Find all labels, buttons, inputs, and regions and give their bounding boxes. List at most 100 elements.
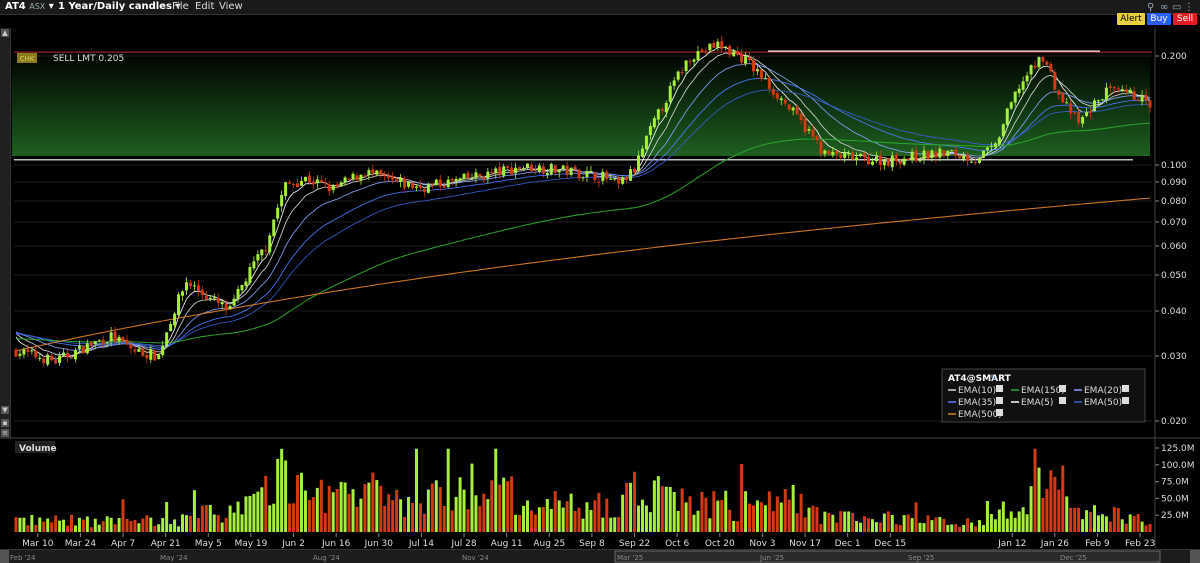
candle-body: [993, 143, 997, 147]
price-tick-label: 0.040: [1161, 307, 1187, 317]
candle-body: [327, 184, 331, 192]
candle-body: [399, 178, 403, 182]
time-tick-label: Jun 30: [364, 539, 394, 549]
indicator-legend[interactable]: AT4@SMART ✎ EMA(10) EMA(150) EMA(20) EMA(35…: [941, 368, 1146, 423]
volume-bar: [946, 524, 950, 532]
candle-body: [101, 339, 105, 345]
volume-bar: [478, 506, 482, 532]
candle-body: [1029, 65, 1033, 75]
scroll-date-label: Sep '25: [908, 554, 934, 562]
time-tick-label: Dec 15: [874, 539, 906, 549]
volume-bar: [89, 527, 93, 532]
time-tick-label: Sep 22: [619, 539, 650, 549]
volume-bar: [403, 516, 407, 532]
volume-bar: [161, 518, 165, 532]
volume-bar: [117, 517, 121, 532]
candle-body: [232, 298, 236, 306]
candle-body: [537, 165, 541, 172]
volume-bar: [605, 498, 609, 532]
candle-body: [851, 152, 855, 160]
volume-bar: [914, 502, 918, 532]
candle-body: [1128, 89, 1132, 93]
candle-body: [700, 49, 704, 53]
checkbox-icon[interactable]: [996, 397, 1003, 404]
volume-bar: [985, 500, 989, 532]
candle-body: [177, 294, 181, 315]
candle-body: [18, 353, 22, 356]
checkbox-icon[interactable]: [996, 409, 1003, 416]
candle-body: [1124, 89, 1128, 93]
candle-body: [173, 313, 177, 326]
volume-bar: [664, 486, 668, 532]
candle-body: [942, 150, 946, 157]
price-tick-label: 0.080: [1161, 197, 1187, 207]
volume-bar: [105, 516, 109, 532]
volume-bar: [680, 488, 684, 532]
volume-bar: [192, 490, 196, 532]
volume-axis[interactable]: 125.0M 100.0M 75.0M 50.0M 25.0M: [1155, 444, 1195, 521]
price-tick-label: 0.090: [1161, 178, 1187, 188]
volume-bar: [363, 484, 367, 532]
candle-body: [292, 184, 296, 186]
volume-bar: [1029, 486, 1033, 532]
volume-bar: [359, 498, 363, 532]
price-chart[interactable]: 0.200 0.100 0.090 0.080 0.070 0.060 0.050 0.040…: [0, 0, 1200, 562]
scroll-right-icon[interactable]: [1190, 550, 1200, 563]
candle-body: [97, 340, 101, 342]
candle-body: [77, 345, 81, 349]
volume-bar: [799, 493, 803, 532]
checkbox-icon[interactable]: [1122, 385, 1129, 392]
volume-bar: [288, 503, 292, 532]
volume-bar: [866, 518, 870, 532]
volume-tick-label: 50.0M: [1161, 494, 1189, 504]
volume-bar: [589, 509, 593, 532]
volume-bar: [676, 510, 680, 532]
candle-body: [280, 194, 284, 207]
volume-bar: [62, 519, 66, 532]
checkbox-icon[interactable]: [1059, 397, 1066, 404]
candle-body: [125, 339, 129, 345]
checkbox-icon[interactable]: [1059, 385, 1066, 392]
volume-bar: [855, 521, 859, 532]
candle-body: [375, 170, 379, 175]
time-tick-label: Jul 14: [408, 539, 434, 549]
volume-bar: [565, 501, 569, 532]
candle-body: [208, 297, 212, 299]
volume-bar: [256, 491, 260, 532]
candle-body: [216, 298, 220, 303]
volume-bar: [954, 524, 958, 532]
edit-icon[interactable]: ✎: [990, 374, 998, 384]
scroll-date-label: Jun '25: [759, 554, 784, 562]
time-tick-label: Nov 3: [749, 539, 775, 549]
volume-bar: [930, 520, 934, 532]
volume-bar: [898, 524, 902, 532]
volume-bar: [823, 511, 827, 532]
horizontal-scrollbar[interactable]: Feb '24 May '24 Aug '24 Nov '24 Mar '25 Jun '…: [0, 549, 1200, 563]
candle-body: [288, 182, 292, 184]
volume-bar: [847, 511, 851, 532]
price-axis[interactable]: 0.200 0.100 0.090 0.080 0.070 0.060 0.050 0.040…: [1155, 52, 1187, 427]
volume-bar: [169, 524, 173, 532]
volume-bar: [684, 502, 688, 532]
volume-bar: [331, 492, 335, 532]
volume-bar: [644, 505, 648, 532]
price-tick-label: 0.200: [1161, 52, 1187, 62]
volume-bar: [537, 507, 541, 532]
volume-bar: [1120, 519, 1124, 532]
candle-body: [565, 165, 569, 176]
candle-body: [898, 161, 902, 165]
candle-body: [518, 167, 522, 169]
volume-bar: [811, 505, 815, 532]
time-axis[interactable]: Mar 10 Mar 24 Apr 7 Apr 21 May 5 May 19 Jun 2 J…: [22, 533, 1155, 549]
candle-body: [831, 151, 835, 156]
volume-bar: [752, 505, 756, 532]
scroll-left-icon[interactable]: [0, 550, 9, 563]
time-tick-label: Dec 1: [835, 539, 861, 549]
checkbox-icon[interactable]: [1122, 397, 1129, 404]
candle-body: [498, 167, 502, 175]
checkbox-icon[interactable]: [996, 385, 1003, 392]
volume-bar: [803, 517, 807, 532]
volume-bar: [422, 513, 426, 532]
candle-body: [1073, 112, 1077, 114]
candle-body: [1061, 93, 1065, 103]
